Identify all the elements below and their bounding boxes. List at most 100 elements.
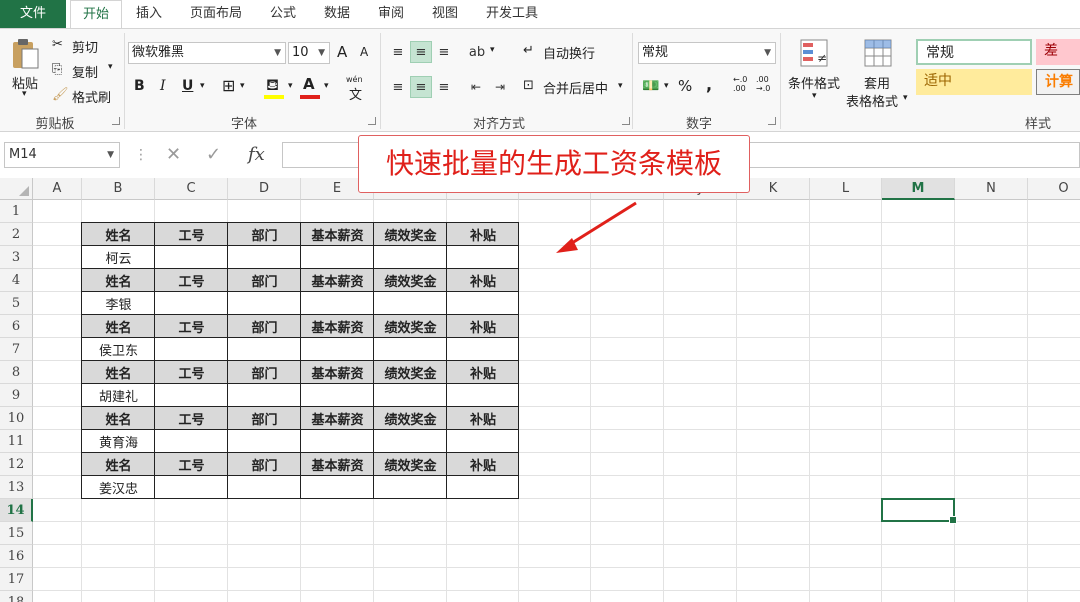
italic-button[interactable]: I — [160, 78, 166, 94]
row-header-17[interactable]: 17 — [0, 568, 33, 591]
table-header-cell[interactable]: 绩效奖金 — [374, 315, 447, 338]
style-calculation[interactable]: 计算 — [1036, 69, 1080, 95]
clipboard-launcher-icon[interactable] — [112, 117, 120, 125]
table-header-cell[interactable]: 基本薪资 — [301, 407, 374, 430]
employee-name-cell[interactable]: 柯云 — [82, 246, 155, 269]
table-cell[interactable] — [155, 292, 228, 315]
row-header-11[interactable]: 11 — [0, 430, 33, 453]
row-header-9[interactable]: 9 — [0, 384, 33, 407]
table-cell[interactable] — [301, 476, 374, 499]
tab-home[interactable]: 开始 — [70, 0, 122, 29]
merge-center-icon[interactable]: ⊡ — [523, 78, 534, 93]
column-header-c[interactable]: C — [155, 178, 228, 200]
paste-icon[interactable] — [8, 35, 42, 71]
table-cell[interactable] — [447, 292, 519, 315]
copy-icon[interactable]: ⎘ — [52, 62, 62, 77]
fill-color-icon[interactable]: ⛾ — [266, 75, 279, 96]
phonetic-icon[interactable]: 文 — [349, 84, 362, 103]
format-as-table-icon[interactable] — [862, 37, 894, 69]
insert-function-button[interactable]: fx — [248, 144, 265, 165]
row-header-8[interactable]: 8 — [0, 361, 33, 384]
table-header-cell[interactable]: 基本薪资 — [301, 223, 374, 246]
table-header-cell[interactable]: 基本薪资 — [301, 269, 374, 292]
conditional-dropdown-icon[interactable]: ▾ — [812, 91, 817, 101]
column-header-l[interactable]: L — [810, 178, 882, 200]
copy-dropdown-icon[interactable]: ▾ — [108, 62, 113, 72]
alignment-launcher-icon[interactable] — [622, 117, 630, 125]
bold-button[interactable]: B — [134, 78, 145, 94]
employee-name-cell[interactable]: 胡建礼 — [82, 384, 155, 407]
table-cell[interactable] — [374, 338, 447, 361]
cancel-icon[interactable]: ✕ — [166, 144, 181, 165]
table-header-cell[interactable]: 工号 — [155, 269, 228, 292]
table-header-cell[interactable]: 姓名 — [82, 407, 155, 430]
table-cell[interactable] — [374, 476, 447, 499]
table-header-cell[interactable]: 绩效奖金 — [374, 223, 447, 246]
row-header-18[interactable]: 18 — [0, 591, 33, 602]
tab-file[interactable]: 文件 — [0, 0, 66, 28]
number-launcher-icon[interactable] — [768, 117, 776, 125]
table-cell[interactable] — [374, 384, 447, 407]
align-left-icon[interactable]: ≡ — [388, 76, 408, 98]
employee-name-cell[interactable]: 侯卫东 — [82, 338, 155, 361]
tab-data[interactable]: 数据 — [316, 0, 358, 28]
decrease-decimal-button[interactable]: .00 →.0 — [756, 75, 770, 93]
row-header-10[interactable]: 10 — [0, 407, 33, 430]
table-header-cell[interactable]: 基本薪资 — [301, 453, 374, 476]
row-header-16[interactable]: 16 — [0, 545, 33, 568]
table-header-cell[interactable]: 绩效奖金 — [374, 361, 447, 384]
name-box[interactable]: M14 ▼ — [4, 142, 120, 168]
employee-name-cell[interactable]: 李银 — [82, 292, 155, 315]
enter-icon[interactable]: ✓ — [206, 144, 221, 165]
table-header-cell[interactable]: 姓名 — [82, 315, 155, 338]
row-header-5[interactable]: 5 — [0, 292, 33, 315]
font-launcher-icon[interactable] — [368, 117, 376, 125]
comma-button[interactable]: , — [706, 75, 712, 94]
table-format-dropdown-icon[interactable]: ▾ — [903, 93, 908, 103]
font-size-select[interactable]: 10 ▼ — [288, 42, 330, 64]
increase-indent-icon[interactable]: ⇥ — [490, 76, 510, 98]
accounting-icon[interactable]: 💵 — [642, 78, 659, 94]
table-cell[interactable] — [228, 292, 301, 315]
align-right-icon[interactable]: ≡ — [434, 76, 454, 98]
table-header-cell[interactable]: 补贴 — [447, 269, 519, 292]
tab-insert[interactable]: 插入 — [128, 0, 170, 28]
column-header-n[interactable]: N — [955, 178, 1028, 200]
table-cell[interactable] — [447, 384, 519, 407]
table-cell[interactable] — [374, 430, 447, 453]
table-cell[interactable] — [228, 476, 301, 499]
table-cell[interactable] — [155, 430, 228, 453]
column-header-o[interactable]: O — [1028, 178, 1080, 200]
row-header-15[interactable]: 15 — [0, 522, 33, 545]
table-header-cell[interactable]: 补贴 — [447, 453, 519, 476]
number-format-select[interactable]: 常规 ▼ — [638, 42, 776, 64]
format-as-table-button[interactable]: 表格格式 — [846, 91, 898, 110]
merge-dropdown-icon[interactable]: ▾ — [618, 81, 623, 91]
row-header-12[interactable]: 12 — [0, 453, 33, 476]
table-header-cell[interactable]: 部门 — [228, 361, 301, 384]
tab-developer[interactable]: 开发工具 — [478, 0, 546, 28]
table-cell[interactable] — [301, 338, 374, 361]
align-middle-icon[interactable]: ≡ — [410, 41, 432, 63]
copy-button[interactable]: 复制 — [72, 62, 98, 81]
table-cell[interactable] — [301, 384, 374, 407]
underline-button[interactable]: U — [182, 78, 193, 94]
table-header-cell[interactable]: 绩效奖金 — [374, 269, 447, 292]
table-header-cell[interactable]: 补贴 — [447, 315, 519, 338]
row-header-7[interactable]: 7 — [0, 338, 33, 361]
table-header-cell[interactable]: 姓名 — [82, 453, 155, 476]
row-header-14[interactable]: 14 — [0, 499, 33, 522]
table-header-cell[interactable]: 补贴 — [447, 223, 519, 246]
table-cell[interactable] — [228, 384, 301, 407]
table-header-cell[interactable]: 部门 — [228, 315, 301, 338]
table-header-cell[interactable]: 工号 — [155, 407, 228, 430]
table-header-cell[interactable]: 基本薪资 — [301, 361, 374, 384]
font-name-select[interactable]: 微软雅黑 ▼ — [128, 42, 286, 64]
format-painter-icon[interactable]: 🖌 — [52, 87, 69, 102]
phonetic-button[interactable]: wén — [346, 75, 363, 84]
accounting-dropdown-icon[interactable]: ▾ — [664, 81, 669, 91]
table-header-cell[interactable]: 部门 — [228, 453, 301, 476]
align-bottom-icon[interactable]: ≡ — [434, 41, 454, 63]
table-cell[interactable] — [155, 338, 228, 361]
row-header-3[interactable]: 3 — [0, 246, 33, 269]
